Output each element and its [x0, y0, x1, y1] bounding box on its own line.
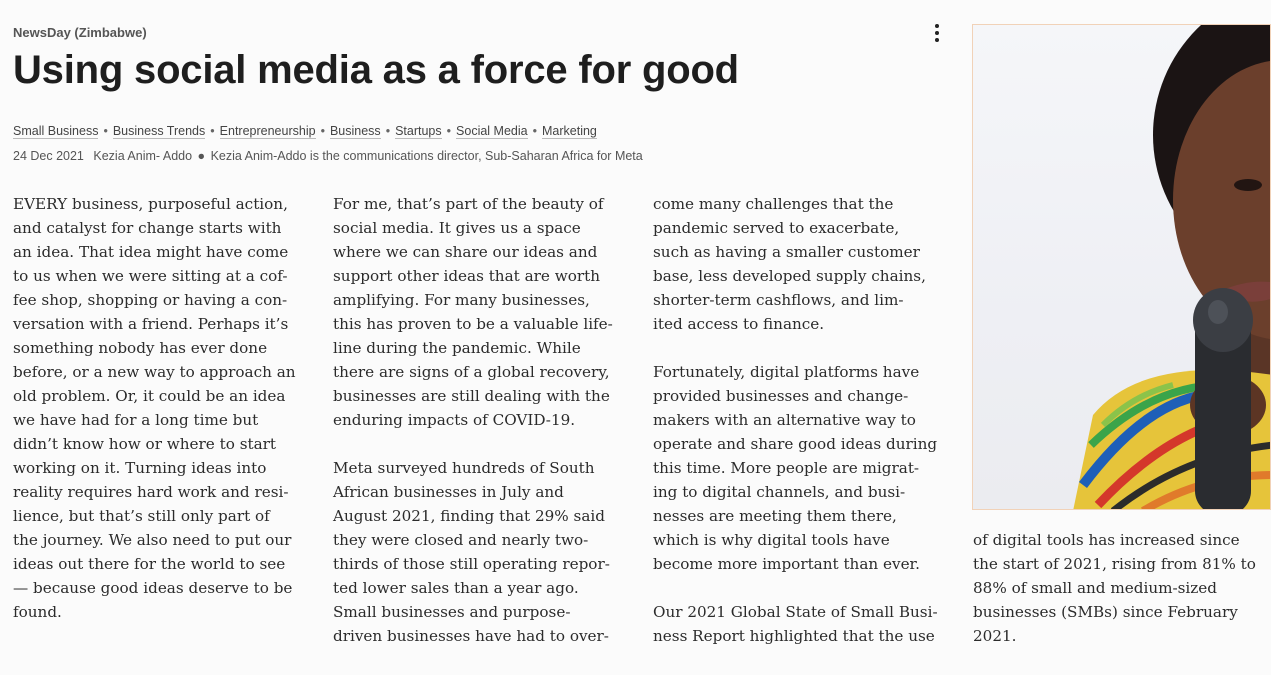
tag-social-media[interactable]: Social Media [456, 124, 528, 139]
tag-separator: • [320, 124, 325, 138]
paragraph: EVERY business, purposeful action, and c… [13, 195, 296, 621]
author-name: Kezia Anim- Addo [93, 149, 193, 163]
tag-startups[interactable]: Startups [395, 124, 442, 139]
paragraph: of digital tools has increased since the… [973, 531, 1256, 645]
tag-separator: • [103, 124, 108, 138]
publish-date: 24 Dec 2021 [13, 149, 84, 163]
paragraph: Meta surveyed hundreds of South African … [333, 459, 610, 645]
tag-business[interactable]: Business [329, 124, 381, 139]
paragraph: Fortunately, digital platforms have prov… [653, 363, 938, 573]
tag-entrepreneurship[interactable]: Entrepreneurship [219, 124, 316, 139]
paragraph: come many challenges that the pandemic s… [653, 195, 926, 333]
paragraph: Our 2021 Global State of Small Busi- nes… [653, 603, 938, 645]
author-bio: Kezia Anim-Addo is the communications di… [210, 149, 643, 163]
tag-separator: • [532, 124, 537, 138]
paragraph: For me, that’s part of the beauty of soc… [333, 195, 613, 429]
author-photo [972, 24, 1271, 510]
byline-separator: ● [197, 149, 206, 163]
article-column-4: of digital tools has increased since the… [973, 528, 1271, 672]
tag-separator: • [385, 124, 391, 138]
tag-marketing[interactable]: Marketing [542, 124, 597, 139]
article-column-1: EVERY business, purposeful action, and c… [13, 192, 313, 648]
source-label: NewsDay (Zimbabwe) [13, 25, 147, 40]
byline: 24 Dec 2021 Kezia Anim- Addo ● Kezia Ani… [13, 149, 643, 163]
article-title: Using social media as a force for good [13, 48, 739, 92]
tag-list: Small Business • Business Trends • Entrepren… [13, 124, 597, 139]
tag-small-business[interactable]: Small Business [13, 124, 99, 139]
article-column-3: come many challenges that the pandemic s… [653, 192, 953, 672]
more-options-icon[interactable] [926, 22, 948, 44]
tag-separator: • [446, 124, 452, 138]
article-column-2: For me, that’s part of the beauty of soc… [333, 192, 633, 672]
tag-business-trends[interactable]: Business Trends [112, 124, 206, 139]
tag-separator: • [210, 124, 215, 138]
